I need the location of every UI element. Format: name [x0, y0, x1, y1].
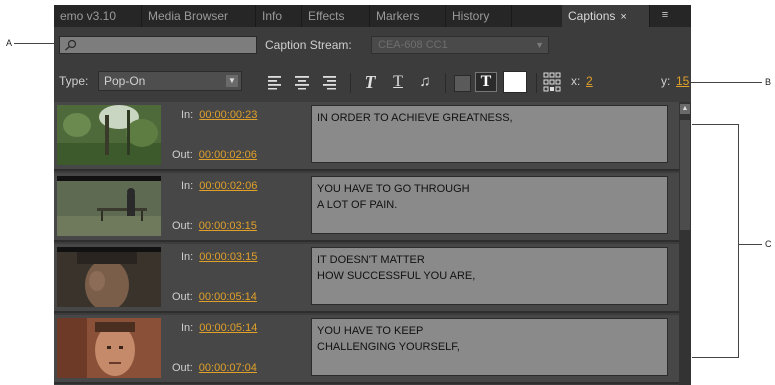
caption-line: IT DOESN'T MATTER	[317, 254, 425, 266]
fill-color-swatch[interactable]	[503, 71, 527, 93]
out-timecode[interactable]: 00:00:05:14	[199, 291, 257, 303]
caption-out-time: Out: 00:00:03:15	[172, 220, 257, 232]
y-label: y:	[661, 74, 671, 88]
search-row: Caption Stream: CEA-608 CC1 ▼	[54, 30, 691, 60]
out-timecode[interactable]: 00:00:07:04	[199, 362, 257, 374]
out-timecode[interactable]: 00:00:02:06	[199, 149, 257, 161]
search-icon	[65, 39, 77, 51]
caption-thumbnail	[57, 318, 161, 378]
tab-markers[interactable]: Markers	[370, 5, 446, 27]
background-color-swatch[interactable]	[454, 75, 471, 92]
toolbar-divider	[536, 73, 537, 93]
in-timecode[interactable]: 00:00:03:15	[199, 251, 257, 263]
caption-row[interactable]: In: 00:00:02:06 Out: 00:00:03:15 YOU HAVE …	[54, 173, 679, 242]
type-select[interactable]: Pop-On ▼	[98, 71, 242, 91]
caption-text-box[interactable]: YOU HAVE TO KEEP CHALLENGING YOURSELF,	[311, 318, 668, 376]
close-icon[interactable]: ×	[620, 11, 626, 23]
caption-line: HOW SUCCESSFUL YOU ARE,	[317, 270, 476, 282]
caption-stream-select[interactable]: CEA-608 CC1 ▼	[371, 36, 549, 54]
search-input[interactable]	[59, 36, 257, 54]
type-label: Type:	[59, 74, 89, 88]
format-toolbar: Type: Pop-On ▼ T T ♫ T x: 2 y: 15	[54, 65, 691, 97]
caption-line: CHALLENGING YOURSELF,	[317, 341, 460, 353]
caption-in-time: In: 00:00:05:14	[181, 322, 258, 334]
callout-c-bracket-bottom	[692, 357, 739, 358]
caption-row[interactable]: In: 00:00:00:23 Out: 00:00:02:06 IN ORDER …	[54, 102, 679, 171]
caption-list: In: 00:00:00:23 Out: 00:00:02:06 IN ORDER …	[54, 102, 679, 385]
callout-a: A	[6, 38, 13, 48]
caption-thumbnail	[57, 176, 161, 236]
caption-thumbnail	[57, 247, 161, 307]
callout-c-bracket-top	[692, 124, 739, 125]
caption-line: IN ORDER TO ACHIEVE GREATNESS,	[317, 112, 513, 124]
chevron-down-icon: ▼	[226, 75, 238, 87]
caption-text-box[interactable]: YOU HAVE TO GO THROUGH A LOT OF PAIN.	[311, 176, 668, 234]
caption-out-time: Out: 00:00:02:06	[172, 149, 257, 161]
panel-tab-bar: emo v3.10 Media Browser Info Effects Mar…	[54, 5, 691, 27]
tab-project[interactable]: emo v3.10	[54, 5, 142, 27]
caption-out-time: Out: 00:00:05:14	[172, 291, 257, 303]
tab-history[interactable]: History	[446, 5, 512, 27]
align-center-icon[interactable]	[292, 73, 312, 91]
caption-row[interactable]: In: 00:00:05:14 Out: 00:00:07:04 YOU HAVE …	[54, 315, 679, 384]
caption-row[interactable]: In: 00:00:03:15 Out: 00:00:05:14 IT DOESN'…	[54, 244, 679, 313]
text-color-button[interactable]: T	[475, 72, 497, 92]
caption-line: YOU HAVE TO KEEP	[317, 325, 424, 337]
scrollbar-thumb[interactable]	[680, 120, 690, 230]
scroll-up-icon[interactable]: ▲	[680, 104, 690, 114]
caption-thumbnail	[57, 105, 161, 165]
caption-line: A LOT OF PAIN.	[317, 199, 398, 211]
caption-in-time: In: 00:00:00:23	[181, 109, 258, 121]
tab-info[interactable]: Info	[256, 5, 302, 27]
x-label: x:	[571, 74, 581, 88]
vertical-scrollbar[interactable]: ▲	[679, 102, 691, 385]
caption-text-box[interactable]: IN ORDER TO ACHIEVE GREATNESS,	[311, 105, 668, 163]
caption-line: YOU HAVE TO GO THROUGH	[317, 183, 470, 195]
y-value[interactable]: 15	[676, 74, 689, 88]
text-t-icon: T	[480, 73, 492, 90]
italic-icon[interactable]: T	[360, 73, 380, 91]
position-grid-icon[interactable]	[542, 71, 562, 93]
in-timecode[interactable]: 00:00:05:14	[199, 322, 257, 334]
in-timecode[interactable]: 00:00:02:06	[199, 180, 257, 192]
toolbar-divider	[350, 73, 351, 93]
align-right-icon[interactable]	[319, 73, 339, 91]
music-note-icon[interactable]: ♫	[415, 73, 435, 91]
tab-media-browser[interactable]: Media Browser	[142, 5, 256, 27]
callout-c: C	[765, 239, 772, 249]
tab-captions[interactable]: Captions ×	[562, 5, 650, 27]
callout-c-bracket-vertical	[738, 124, 739, 358]
underline-icon[interactable]: T	[388, 73, 408, 91]
out-timecode[interactable]: 00:00:03:15	[199, 220, 257, 232]
in-timecode[interactable]: 00:00:00:23	[199, 109, 257, 121]
chevron-down-icon: ▼	[535, 40, 544, 50]
callout-b: B	[765, 77, 772, 87]
callout-c-line	[738, 244, 762, 245]
caption-stream-label: Caption Stream:	[265, 38, 352, 52]
tab-effects[interactable]: Effects	[302, 5, 370, 27]
caption-in-time: In: 00:00:02:06	[181, 180, 258, 192]
callout-b-line	[686, 82, 762, 83]
panel-menu-icon[interactable]: ≡	[654, 8, 676, 22]
caption-text-box[interactable]: IT DOESN'T MATTER HOW SUCCESSFUL YOU ARE…	[311, 247, 668, 305]
align-left-icon[interactable]	[265, 73, 285, 91]
caption-in-time: In: 00:00:03:15	[181, 251, 258, 263]
x-value[interactable]: 2	[586, 74, 593, 88]
toolbar-divider	[445, 73, 446, 93]
caption-out-time: Out: 00:00:07:04	[172, 362, 257, 374]
captions-panel: emo v3.10 Media Browser Info Effects Mar…	[54, 5, 691, 385]
